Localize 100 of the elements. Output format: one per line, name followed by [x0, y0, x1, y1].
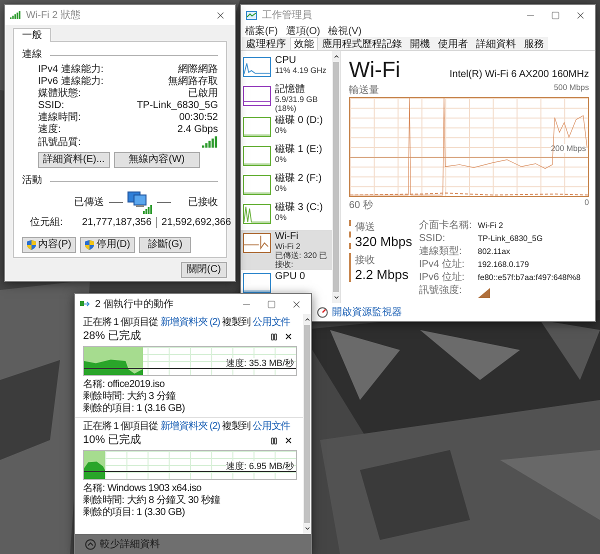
transfer-speed: 速度: 6.95 MB/秒: [226, 460, 294, 471]
tab[interactable]: 一般: [13, 28, 51, 42]
transfer-speed: 速度: 35.3 MB/秒: [226, 358, 294, 368]
pause-icon[interactable]: [270, 332, 278, 340]
property-label: 媒體狀態:: [38, 88, 82, 99]
scrollbar[interactable]: [303, 314, 311, 534]
property-value: TP-Link_6830_5G: [136, 100, 218, 111]
scroll-up-icon[interactable]: [332, 53, 340, 60]
file-name: 名稱: office2019.iso: [83, 379, 166, 390]
time-remaining: 剩餘時間: 大約 3 分鐘: [83, 391, 177, 402]
tab[interactable]: 處理程序: [242, 37, 290, 50]
source-folder-link[interactable]: 新增資料夾 (2): [160, 421, 220, 432]
property-label: IPv4 位址:: [419, 259, 466, 271]
signal-icon: [202, 136, 218, 148]
window-title: 工作管理員: [262, 9, 313, 22]
progress-percent: 28% 已完成: [83, 330, 142, 343]
property-label: IPv6 位址:: [419, 272, 466, 284]
scrollbar[interactable]: [332, 51, 340, 303]
resource-item[interactable]: Wi-Fi Wi-Fi 2 已傳送: 320 已接收:: [241, 230, 332, 270]
property-value: 00:30:52: [179, 112, 218, 123]
copy-status-text: 正在將 1 個項目從 新增資料夾 (2) 複製到 公用文件: [83, 317, 292, 329]
bytes-sent: 21,777,187,356: [82, 217, 152, 228]
stat-label: 傳送: [355, 221, 376, 234]
gauge-icon: [317, 306, 328, 318]
property-value: 網際網路: [178, 64, 218, 75]
tab[interactable]: 使用者: [434, 37, 472, 50]
property-label: SSID:: [38, 100, 66, 111]
property-value: TP-Link_6830_5G: [478, 233, 544, 245]
resource-item[interactable]: 磁碟 1 (E:) 0%: [241, 143, 332, 172]
property-label: 連線類型:: [419, 246, 463, 258]
property-value: 已啟用: [188, 88, 218, 99]
tab[interactable]: 詳細資料: [472, 37, 520, 50]
resource-monitor-link[interactable]: 開啟資源監視器: [332, 305, 402, 319]
file-name: 名稱: Windows 1903 x64.iso: [83, 483, 202, 494]
section-heading: 活動: [22, 175, 42, 187]
resource-item[interactable]: 磁碟 3 (C:) 0%: [241, 201, 332, 230]
section-heading: 連線: [22, 49, 42, 61]
bytes-received: 21,592,692,366: [162, 217, 232, 228]
resource-title: Wi-Fi: [349, 57, 400, 83]
dialog-button[interactable]: 內容(P): [22, 237, 76, 253]
menu-item[interactable]: 選項(O): [286, 24, 320, 38]
resource-item[interactable]: 記憶體 5.9/31.9 GB (18%): [241, 83, 332, 114]
chevron-up-circle-icon: [85, 538, 96, 550]
received-label: 已接收: [188, 196, 218, 208]
wifi-signal-icon: [10, 11, 21, 19]
source-folder-link[interactable]: 新增資料夾 (2): [160, 317, 220, 328]
property-value: 802.11ax: [478, 246, 512, 258]
adapter-name: Intel(R) Wi-Fi 6 AX200 160MHz: [450, 69, 589, 80]
bytes-label: 位元組:: [30, 217, 64, 228]
property-label: 連線時間:: [38, 112, 82, 123]
destination-folder-link[interactable]: 公用文件: [252, 421, 290, 432]
window-title: 2 個執行中的動作: [95, 298, 174, 311]
property-value: 2.4 Gbps: [177, 124, 218, 135]
property-label: 訊號品質:: [38, 136, 82, 148]
window-title: Wi-Fi 2 狀態: [26, 8, 82, 22]
shield-icon: [85, 240, 94, 250]
tab[interactable]: 效能: [290, 37, 318, 50]
property-label: 速度:: [38, 124, 62, 135]
sent-label: 已傳送: [74, 196, 104, 208]
resource-item[interactable]: 磁碟 0 (D:) 0%: [241, 114, 332, 143]
scroll-down-icon[interactable]: [304, 525, 310, 532]
copy-icon: [80, 300, 90, 308]
tab[interactable]: 服務: [520, 37, 548, 50]
destination-folder-link[interactable]: 公用文件: [252, 317, 290, 328]
stat-label: 接收: [355, 254, 376, 267]
resource-item[interactable]: CPU 11% 4.19 GHz: [241, 54, 332, 83]
signal-icon: [478, 288, 490, 298]
axis-max-label: 500 Mbps: [554, 83, 589, 94]
property-label: SSID:: [419, 233, 446, 245]
stat-value: 320 Mbps: [355, 234, 411, 249]
scroll-down-icon[interactable]: [332, 294, 340, 301]
menu-item[interactable]: 檔案(F): [245, 24, 278, 38]
property-value: 無網路存取: [168, 76, 218, 87]
pause-icon[interactable]: [270, 436, 278, 444]
shield-icon: [27, 240, 36, 250]
graph-label: 輸送量: [349, 84, 379, 97]
property-value: fe80::e57f:b7aa:f497:648f%8: [478, 272, 581, 284]
dialog-button[interactable]: 詳細資料(E)...: [38, 152, 110, 168]
dialog-button[interactable]: 停用(D): [80, 237, 136, 253]
progress-percent: 10% 已完成: [83, 434, 142, 447]
property-label: 訊號強度:: [419, 285, 463, 298]
resource-item[interactable]: 磁碟 2 (F:) 0%: [241, 172, 332, 201]
tab[interactable]: 開機: [406, 37, 434, 50]
axis-time-label: 60 秒: [349, 198, 373, 212]
property-value: 192.168.0.179: [478, 259, 530, 271]
time-remaining: 剩餘時間: 大約 8 分鐘又 30 秒鐘: [83, 495, 222, 506]
axis-zero-label: 0: [584, 198, 589, 209]
property-label: IPv4 連線能力:: [38, 64, 105, 75]
network-computers-icon: [127, 190, 153, 214]
stat-value: 2.2 Mbps: [355, 267, 410, 282]
menu-item[interactable]: 檢視(V): [328, 24, 362, 38]
dialog-button[interactable]: 診斷(G): [139, 237, 192, 253]
dialog-button[interactable]: 無線內容(W): [114, 152, 200, 168]
property-value: Wi-Fi 2: [478, 220, 504, 232]
close-button[interactable]: 關閉(C): [181, 262, 227, 278]
tab[interactable]: 應用程式歷程記錄: [318, 37, 406, 50]
scroll-up-icon[interactable]: [304, 316, 310, 323]
property-label: IPv6 連線能力:: [38, 76, 105, 87]
copy-status-text: 正在將 1 個項目從 新增資料夾 (2) 複製到 公用文件: [83, 421, 292, 433]
property-label: 介面卡名稱:: [419, 220, 472, 232]
